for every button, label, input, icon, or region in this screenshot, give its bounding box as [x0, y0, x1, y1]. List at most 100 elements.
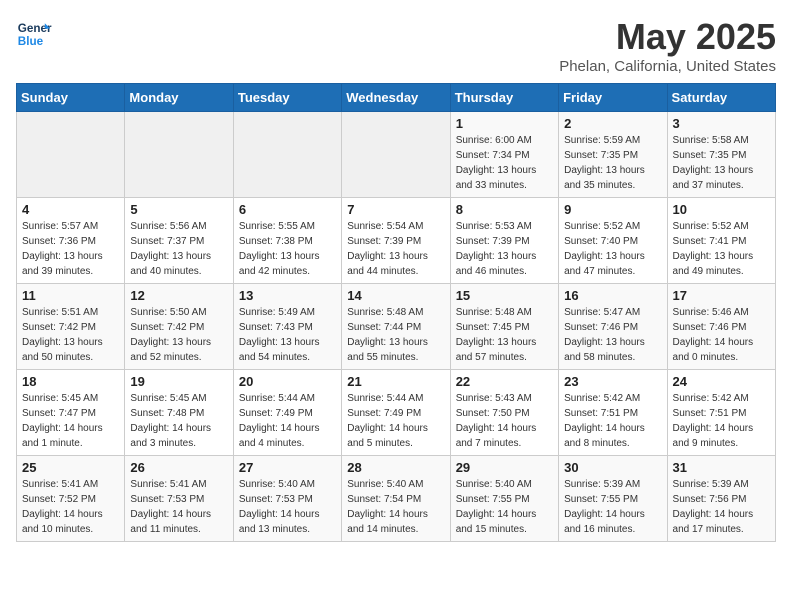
day-info: Sunrise: 6:00 AM Sunset: 7:34 PM Dayligh… [456, 133, 553, 193]
day-number: 9 [564, 202, 661, 217]
day-info: Sunrise: 5:47 AM Sunset: 7:46 PM Dayligh… [564, 305, 661, 365]
day-info: Sunrise: 5:45 AM Sunset: 7:48 PM Dayligh… [130, 391, 227, 451]
day-number: 28 [347, 460, 444, 475]
day-info: Sunrise: 5:53 AM Sunset: 7:39 PM Dayligh… [456, 219, 553, 279]
day-number: 14 [347, 288, 444, 303]
weekday-header-tuesday: Tuesday [233, 84, 341, 112]
day-number: 4 [22, 202, 119, 217]
day-number: 16 [564, 288, 661, 303]
day-number: 2 [564, 116, 661, 131]
month-title: May 2025 [559, 16, 776, 58]
day-number: 3 [673, 116, 770, 131]
calendar-cell: 24Sunrise: 5:42 AM Sunset: 7:51 PM Dayli… [667, 370, 775, 456]
day-info: Sunrise: 5:44 AM Sunset: 7:49 PM Dayligh… [347, 391, 444, 451]
day-info: Sunrise: 5:51 AM Sunset: 7:42 PM Dayligh… [22, 305, 119, 365]
day-info: Sunrise: 5:44 AM Sunset: 7:49 PM Dayligh… [239, 391, 336, 451]
calendar-cell: 13Sunrise: 5:49 AM Sunset: 7:43 PM Dayli… [233, 284, 341, 370]
day-info: Sunrise: 5:52 AM Sunset: 7:41 PM Dayligh… [673, 219, 770, 279]
calendar-cell: 31 Sunrise: 5:39 AM Sunset: 7:56 PM Dayli… [667, 456, 775, 542]
day-number: 12 [130, 288, 227, 303]
day-info: Sunrise: 5:45 AM Sunset: 7:47 PM Dayligh… [22, 391, 119, 451]
day-info: Sunrise: 5:42 AM Sunset: 7:51 PM Dayligh… [564, 391, 661, 451]
weekday-header-saturday: Saturday [667, 84, 775, 112]
weekday-header-wednesday: Wednesday [342, 84, 450, 112]
day-number: 29 [456, 460, 553, 475]
calendar-cell: 9 Sunrise: 5:52 AM Sunset: 7:40 PM Daylig… [559, 198, 667, 284]
day-info: Sunrise: 5:49 AM Sunset: 7:43 PM Dayligh… [239, 305, 336, 365]
calendar-cell: 7Sunrise: 5:54 AM Sunset: 7:39 PM Daylig… [342, 198, 450, 284]
day-info: Sunrise: 5:40 AM Sunset: 7:53 PM Dayligh… [239, 477, 336, 537]
calendar-table: SundayMondayTuesdayWednesdayThursdayFrid… [16, 83, 776, 542]
day-info: Sunrise: 5:46 AM Sunset: 7:46 PM Dayligh… [673, 305, 770, 365]
calendar-cell: 6 Sunrise: 5:55 AM Sunset: 7:38 PM Daylig… [233, 198, 341, 284]
week-row-2: 4 Sunrise: 5:57 AM Sunset: 7:36 PM Daylig… [17, 198, 776, 284]
day-number: 18 [22, 374, 119, 389]
week-row-3: 11 Sunrise: 5:51 AM Sunset: 7:42 PM Dayli… [17, 284, 776, 370]
week-row-1: 1Sunrise: 6:00 AM Sunset: 7:34 PM Daylig… [17, 112, 776, 198]
day-number: 24 [673, 374, 770, 389]
calendar-cell [125, 112, 233, 198]
day-number: 30 [564, 460, 661, 475]
day-number: 11 [22, 288, 119, 303]
day-info: Sunrise: 5:52 AM Sunset: 7:40 PM Dayligh… [564, 219, 661, 279]
calendar-cell: 22 Sunrise: 5:43 AM Sunset: 7:50 PM Dayli… [450, 370, 558, 456]
day-number: 26 [130, 460, 227, 475]
day-info: Sunrise: 5:56 AM Sunset: 7:37 PM Dayligh… [130, 219, 227, 279]
page-header: General Blue May 2025 Phelan, California… [16, 16, 776, 75]
weekday-header-sunday: Sunday [17, 84, 125, 112]
calendar-cell: 14 Sunrise: 5:48 AM Sunset: 7:44 PM Dayli… [342, 284, 450, 370]
calendar-cell: 11 Sunrise: 5:51 AM Sunset: 7:42 PM Dayli… [17, 284, 125, 370]
day-number: 23 [564, 374, 661, 389]
day-info: Sunrise: 5:43 AM Sunset: 7:50 PM Dayligh… [456, 391, 553, 451]
day-number: 15 [456, 288, 553, 303]
day-info: Sunrise: 5:39 AM Sunset: 7:56 PM Dayligh… [673, 477, 770, 537]
day-number: 5 [130, 202, 227, 217]
calendar-cell [17, 112, 125, 198]
calendar-cell: 16 Sunrise: 5:47 AM Sunset: 7:46 PM Dayli… [559, 284, 667, 370]
week-row-5: 25 Sunrise: 5:41 AM Sunset: 7:52 PM Dayli… [17, 456, 776, 542]
day-number: 22 [456, 374, 553, 389]
day-number: 20 [239, 374, 336, 389]
weekday-header-monday: Monday [125, 84, 233, 112]
calendar-cell: 10Sunrise: 5:52 AM Sunset: 7:41 PM Dayli… [667, 198, 775, 284]
calendar-cell [342, 112, 450, 198]
calendar-cell: 19 Sunrise: 5:45 AM Sunset: 7:48 PM Dayli… [125, 370, 233, 456]
day-number: 19 [130, 374, 227, 389]
weekday-header-thursday: Thursday [450, 84, 558, 112]
calendar-cell [233, 112, 341, 198]
calendar-cell: 26 Sunrise: 5:41 AM Sunset: 7:53 PM Dayli… [125, 456, 233, 542]
day-info: Sunrise: 5:48 AM Sunset: 7:44 PM Dayligh… [347, 305, 444, 365]
logo-icon: General Blue [16, 16, 52, 52]
day-info: Sunrise: 5:55 AM Sunset: 7:38 PM Dayligh… [239, 219, 336, 279]
day-info: Sunrise: 5:48 AM Sunset: 7:45 PM Dayligh… [456, 305, 553, 365]
calendar-cell: 3 Sunrise: 5:58 AM Sunset: 7:35 PM Daylig… [667, 112, 775, 198]
calendar-cell: 25 Sunrise: 5:41 AM Sunset: 7:52 PM Dayli… [17, 456, 125, 542]
location: Phelan, California, United States [559, 58, 776, 75]
day-info: Sunrise: 5:41 AM Sunset: 7:53 PM Dayligh… [130, 477, 227, 537]
calendar-cell: 30 Sunrise: 5:39 AM Sunset: 7:55 PM Dayli… [559, 456, 667, 542]
day-info: Sunrise: 5:58 AM Sunset: 7:35 PM Dayligh… [673, 133, 770, 193]
day-info: Sunrise: 5:57 AM Sunset: 7:36 PM Dayligh… [22, 219, 119, 279]
day-info: Sunrise: 5:40 AM Sunset: 7:55 PM Dayligh… [456, 477, 553, 537]
calendar-cell: 28Sunrise: 5:40 AM Sunset: 7:54 PM Dayli… [342, 456, 450, 542]
day-info: Sunrise: 5:39 AM Sunset: 7:55 PM Dayligh… [564, 477, 661, 537]
day-number: 21 [347, 374, 444, 389]
calendar-cell: 27 Sunrise: 5:40 AM Sunset: 7:53 PM Dayli… [233, 456, 341, 542]
calendar-cell: 29 Sunrise: 5:40 AM Sunset: 7:55 PM Dayli… [450, 456, 558, 542]
weekday-header-friday: Friday [559, 84, 667, 112]
calendar-cell: 20 Sunrise: 5:44 AM Sunset: 7:49 PM Dayli… [233, 370, 341, 456]
svg-text:Blue: Blue [18, 35, 44, 48]
calendar-cell: 18 Sunrise: 5:45 AM Sunset: 7:47 PM Dayli… [17, 370, 125, 456]
day-number: 27 [239, 460, 336, 475]
day-number: 6 [239, 202, 336, 217]
title-area: May 2025 Phelan, California, United Stat… [559, 16, 776, 75]
day-number: 17 [673, 288, 770, 303]
calendar-cell: 21 Sunrise: 5:44 AM Sunset: 7:49 PM Dayli… [342, 370, 450, 456]
day-info: Sunrise: 5:41 AM Sunset: 7:52 PM Dayligh… [22, 477, 119, 537]
calendar-cell: 4 Sunrise: 5:57 AM Sunset: 7:36 PM Daylig… [17, 198, 125, 284]
day-number: 25 [22, 460, 119, 475]
day-info: Sunrise: 5:59 AM Sunset: 7:35 PM Dayligh… [564, 133, 661, 193]
day-info: Sunrise: 5:50 AM Sunset: 7:42 PM Dayligh… [130, 305, 227, 365]
weekday-header-row: SundayMondayTuesdayWednesdayThursdayFrid… [17, 84, 776, 112]
day-number: 31 [673, 460, 770, 475]
